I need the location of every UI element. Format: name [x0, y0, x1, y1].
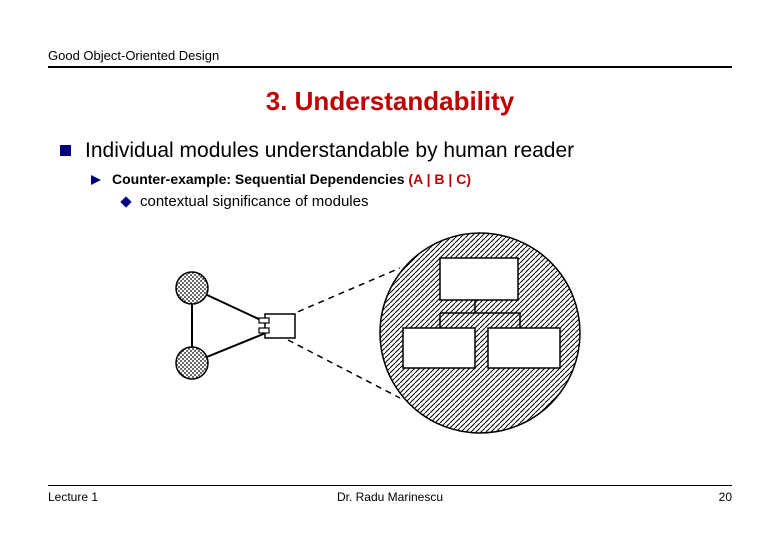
paren-close: ) [466, 171, 471, 187]
bullet-level3: contextual significance of modules [122, 193, 720, 210]
token-b: B [434, 171, 448, 187]
sub-prefix: Counter-example: Sequential Dependencies [112, 171, 408, 187]
footer-divider [48, 485, 732, 486]
slide-title: 3. Understandability [0, 86, 780, 117]
token-c: C [456, 171, 466, 187]
module-box-top [440, 258, 518, 300]
diagram-svg [140, 228, 640, 438]
diagram [140, 228, 640, 438]
module-node [259, 314, 295, 338]
footer: Lecture 1 Dr. Radu Marinescu 20 [48, 485, 732, 504]
bullet-level1: Individual modules understandable by hum… [60, 139, 720, 163]
diamond-bullet-icon [120, 196, 131, 207]
module-box-right [488, 328, 560, 368]
sub-bullet-text: Counter-example: Sequential Dependencies… [112, 171, 471, 187]
square-bullet-icon [60, 145, 71, 156]
content-area: Individual modules understandable by hum… [0, 117, 780, 438]
module-box-left [403, 328, 475, 368]
header-divider [48, 66, 732, 68]
bullet-text: Individual modules understandable by hum… [85, 139, 574, 163]
arrow-bullet-icon [90, 174, 102, 186]
sub2-bullet-text: contextual significance of modules [140, 193, 368, 210]
course-header: Good Object-Oriented Design [48, 48, 732, 66]
node-bottom [176, 347, 208, 379]
bullet-level2: Counter-example: Sequential Dependencies… [90, 171, 720, 187]
footer-center: Dr. Radu Marinescu [48, 490, 732, 504]
token-a: A [413, 171, 426, 187]
node-top [176, 272, 208, 304]
